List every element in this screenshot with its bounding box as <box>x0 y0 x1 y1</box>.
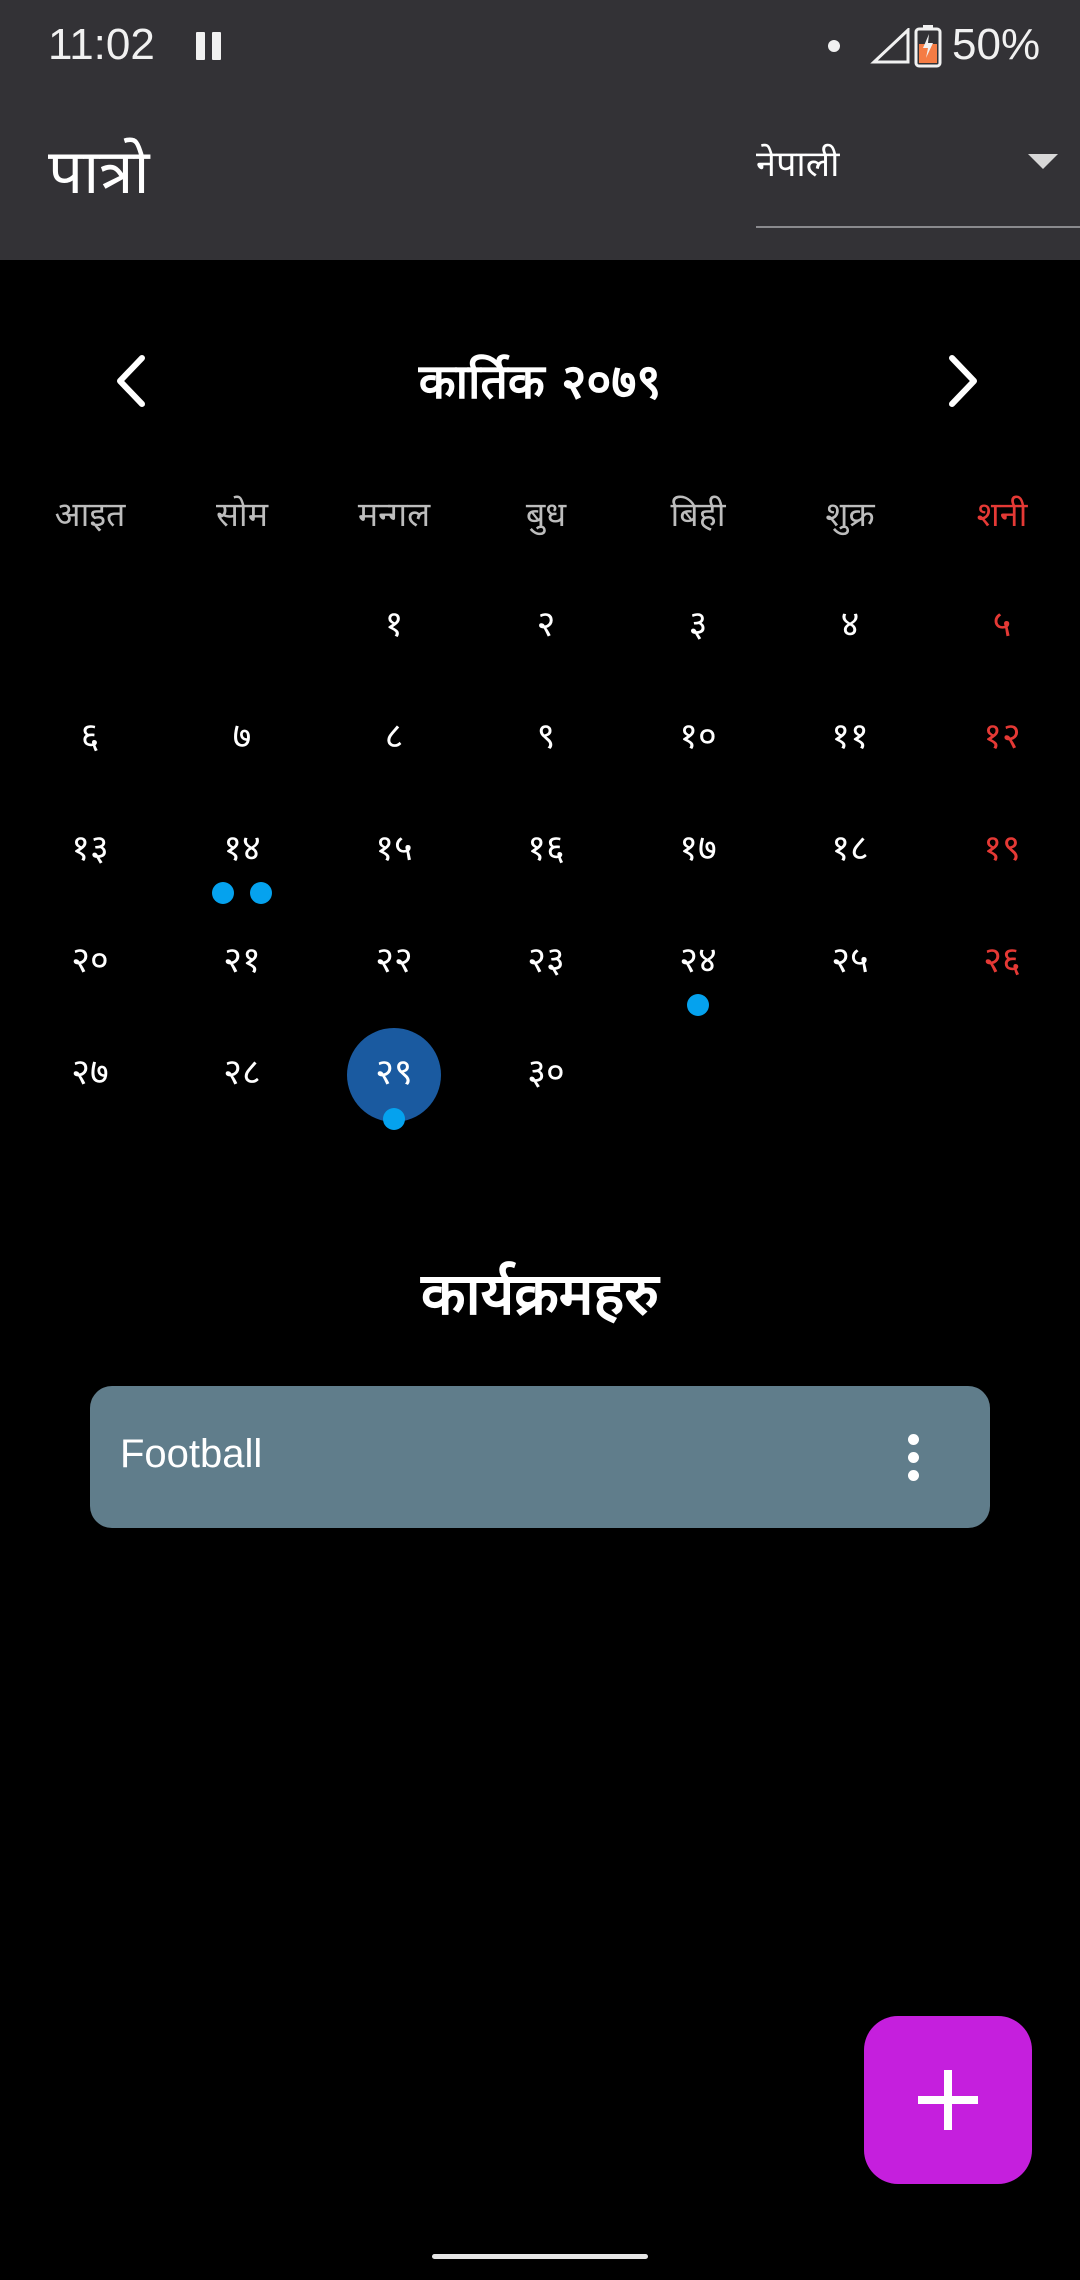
status-time: 11:02 <box>48 20 155 69</box>
event-indicator <box>166 882 318 904</box>
calendar-day[interactable]: २५ <box>774 916 926 1028</box>
calendar-day-label: २१ <box>223 940 261 981</box>
event-dot <box>383 1108 405 1130</box>
month-navigation: कार्तिक २०७९ <box>0 330 1080 430</box>
weekday-sunday: आइत <box>54 495 126 535</box>
calendar-day-label: ७ <box>232 716 252 757</box>
events-heading: कार्यक्रमहरु <box>421 1260 659 1328</box>
dropdown-caret-icon <box>1028 154 1058 169</box>
calendar-day-label: ४ <box>840 604 860 645</box>
calendar-day-label: १३ <box>71 828 109 869</box>
calendar-day[interactable]: ३० <box>470 1028 622 1140</box>
calendar-day-label: २५ <box>831 940 869 981</box>
calendar-day[interactable]: २३ <box>470 916 622 1028</box>
calendar-day[interactable]: २ <box>470 580 622 692</box>
calendar-day[interactable]: ३ <box>622 580 774 692</box>
weekday-tuesday: मन्गल <box>357 495 431 535</box>
battery-percentage: 50% <box>952 20 1041 69</box>
next-month-button[interactable] <box>926 346 996 416</box>
weekday-friday: शुक्र <box>825 495 875 535</box>
app-bar: पात्रो नेपाली <box>0 92 1080 260</box>
calendar-day-label: २ <box>536 604 556 645</box>
event-card[interactable]: Football <box>90 1386 990 1528</box>
calendar-day[interactable]: २१ <box>166 916 318 1028</box>
weekday-header: आइत सोम मन्गल बुध बिही शुक्र शनी <box>0 490 1080 550</box>
calendar-day[interactable]: ६ <box>14 692 166 804</box>
calendar-day[interactable]: २४ <box>622 916 774 1028</box>
calendar-day-label: २० <box>71 940 109 981</box>
calendar-day-label: १२ <box>983 716 1021 757</box>
calendar-day[interactable]: १७ <box>622 804 774 916</box>
calendar-day-label: १० <box>679 716 717 757</box>
event-indicator <box>318 1108 470 1130</box>
calendar-day-label: २३ <box>527 940 565 981</box>
calendar-day-label: १४ <box>223 828 261 869</box>
calendar-day[interactable]: १९ <box>926 804 1078 916</box>
pause-icon <box>196 32 222 60</box>
calendar-day[interactable]: १५ <box>318 804 470 916</box>
calendar-day[interactable]: ११ <box>774 692 926 804</box>
calendar-day-label: ८ <box>384 716 404 757</box>
calendar-day[interactable]: ८ <box>318 692 470 804</box>
calendar-grid: १ २ ३ ४ ५ ६ ७ ८ ९ १० ११ १२ १३ १४ १५ १६ १७ १८ १९ २० २१ २२ २३ २४ २… <box>0 580 1080 1140</box>
calendar-day[interactable]: १० <box>622 692 774 804</box>
calendar-day-label: २८ <box>223 1052 261 1093</box>
calendar-day[interactable]: २७ <box>14 1028 166 1140</box>
calendar-day-label: १६ <box>527 828 565 869</box>
calendar-day[interactable]: २९ <box>318 1028 470 1140</box>
calendar-day[interactable]: ९ <box>470 692 622 804</box>
calendar-day-label: ५ <box>992 604 1012 645</box>
battery-icon <box>914 25 942 68</box>
event-indicator <box>622 994 774 1016</box>
calendar-day-label: १ <box>384 604 404 645</box>
calendar-day-label: १७ <box>679 828 717 869</box>
home-indicator[interactable] <box>432 2254 648 2259</box>
calendar-day[interactable]: २० <box>14 916 166 1028</box>
calendar-day-label: १५ <box>375 828 413 869</box>
more-options-icon[interactable] <box>896 1432 938 1484</box>
weekday-thursday: बिही <box>670 495 726 535</box>
calendar-day-label: ११ <box>831 716 869 757</box>
weekday-saturday: शनी <box>976 495 1028 535</box>
calendar-day[interactable]: ४ <box>774 580 926 692</box>
calendar-day[interactable]: ५ <box>926 580 1078 692</box>
calendar-day-label: ३० <box>527 1052 565 1093</box>
event-dot <box>250 882 272 904</box>
calendar-day-label: ९ <box>536 716 556 757</box>
signal-icon <box>870 28 910 64</box>
calendar-day[interactable]: १२ <box>926 692 1078 804</box>
event-dot <box>687 994 709 1016</box>
calendar-day[interactable]: १४ <box>166 804 318 916</box>
calendar-day-label: २६ <box>983 940 1021 981</box>
add-event-button[interactable] <box>864 2016 1032 2184</box>
weekday-monday: सोम <box>215 495 269 535</box>
calendar-day[interactable]: १३ <box>14 804 166 916</box>
dot-icon <box>828 40 840 52</box>
calendar-day-label: ६ <box>80 716 100 757</box>
calendar-day-label: ३ <box>688 604 708 645</box>
calendar-day[interactable]: २२ <box>318 916 470 1028</box>
calendar-day[interactable]: २८ <box>166 1028 318 1140</box>
calendar-day[interactable]: १६ <box>470 804 622 916</box>
month-title: कार्तिक २०७९ <box>418 354 662 410</box>
weekday-wednesday: बुध <box>525 495 567 535</box>
calendar-day-label: २७ <box>71 1052 109 1093</box>
language-dropdown-value: नेपाली <box>756 144 840 185</box>
status-bar: 11:02 50% <box>0 0 1080 92</box>
calendar-day-label: २९ <box>375 1052 413 1093</box>
calendar-day[interactable]: १ <box>318 580 470 692</box>
calendar-day-label: २२ <box>375 940 413 981</box>
plus-icon-stem <box>944 2070 952 2130</box>
calendar-day-label: १९ <box>983 828 1021 869</box>
calendar-day[interactable]: २६ <box>926 916 1078 1028</box>
calendar-day-label: २४ <box>679 940 717 981</box>
calendar-day-label: १८ <box>831 828 869 869</box>
calendar-day[interactable]: १८ <box>774 804 926 916</box>
calendar-day[interactable]: ७ <box>166 692 318 804</box>
language-dropdown[interactable]: नेपाली <box>756 132 1080 228</box>
app-title: पात्रो <box>48 135 150 208</box>
event-dot <box>212 882 234 904</box>
event-title: Football <box>120 1432 263 1476</box>
